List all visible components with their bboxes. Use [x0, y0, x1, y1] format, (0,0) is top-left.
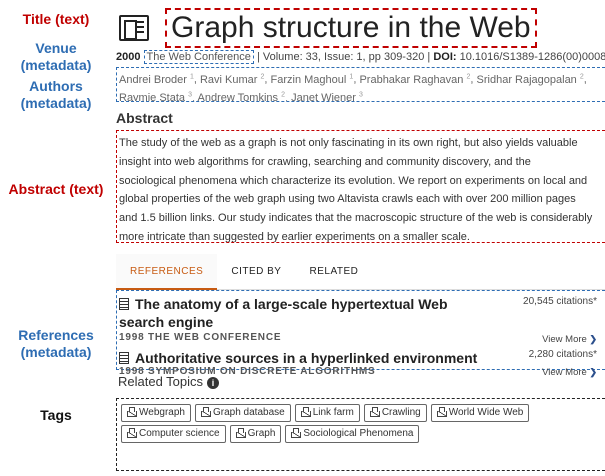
doi-link[interactable]: 10.1016/S1389-1286(00)00083-9 — [460, 51, 605, 63]
related-topics-heading: Related Topics i — [118, 374, 220, 389]
annotation-venue-line1: Venue — [35, 40, 77, 56]
reference-title[interactable]: The anatomy of a large-scale hypertextua… — [119, 295, 448, 313]
reference-title-continued[interactable]: search engine — [119, 313, 213, 331]
related-topics-tags: Webgraph Graph database Link farm Crawli… — [116, 398, 605, 471]
tag-row: Computer science Graph Sociological Phen… — [121, 425, 601, 443]
author-link[interactable]: Farzin Maghoul 1 — [271, 73, 354, 86]
document-icon — [119, 352, 129, 364]
title-row: Graph structure in the Web — [116, 6, 537, 50]
chevron-down-icon: ❯ — [589, 334, 597, 344]
author-link[interactable]: Ravi Kumar 2 — [200, 73, 264, 86]
author-link[interactable]: Andrei Broder 1 — [119, 73, 194, 86]
paper-icon — [119, 15, 149, 41]
annotation-references-line1: References — [18, 327, 94, 343]
topic-tag[interactable]: Graph database — [194, 404, 291, 422]
annotation-venue-label: Venue (metadata) — [0, 40, 112, 74]
paper-title: Graph structure in the Web — [165, 8, 537, 48]
topic-tag[interactable]: Computer science — [121, 425, 226, 443]
topic-tag[interactable]: Link farm — [294, 404, 360, 422]
author-link[interactable]: Raymie Stata 3 — [119, 92, 192, 101]
abstract-text: The study of the web as a graph is not o… — [116, 130, 605, 243]
topic-tag[interactable]: Crawling — [363, 404, 427, 422]
info-icon[interactable]: i — [207, 377, 220, 389]
view-more-button[interactable]: View More ❯ — [542, 367, 597, 378]
tag-icon — [300, 407, 311, 417]
references-list: The anatomy of a large-scale hypertextua… — [116, 290, 605, 378]
annotation-references-label: References (metadata) — [0, 327, 112, 361]
tag-icon — [291, 428, 302, 438]
author-link[interactable]: Prabhakar Raghavan 2 — [359, 73, 470, 86]
annotation-authors-line2: (metadata) — [20, 95, 92, 111]
topic-tag[interactable]: World Wide Web — [430, 404, 530, 422]
abstract-line: more intricate than suggested by earlier… — [119, 230, 470, 243]
abstract-heading: Abstract — [116, 110, 173, 126]
annotation-venue-line2: (metadata) — [20, 57, 92, 73]
tag-icon — [127, 407, 137, 417]
tag-icon — [200, 407, 211, 417]
citation-count: 20,545 citations* — [523, 296, 597, 307]
tab-cited-by[interactable]: CITED BY — [217, 254, 295, 290]
abstract-line: global properties of the web graph using… — [119, 193, 576, 206]
annotation-abstract-label: Abstract (text) — [8, 181, 104, 197]
tag-icon — [436, 407, 447, 417]
annotation-title-label: Title (text) — [22, 11, 90, 27]
author-link[interactable]: Andrew Tomkins 2 — [198, 92, 285, 101]
tag-icon — [369, 407, 380, 417]
doi-label: DOI: — [433, 51, 457, 63]
tab-related[interactable]: RELATED — [295, 254, 372, 290]
venue-line: 2000 The Web Conference | Volume: 33, Is… — [116, 50, 605, 64]
tag-icon — [127, 428, 137, 438]
view-more-button[interactable]: View More ❯ — [542, 334, 597, 345]
volume-info: | Volume: 33, Issue: 1, pp 309-320 | — [256, 51, 431, 63]
topic-tag[interactable]: Graph — [229, 425, 282, 443]
annotation-tags-label: Tags — [40, 407, 72, 423]
reference-title[interactable]: Authoritative sources in a hyperlinked e… — [119, 349, 477, 367]
tag-icon — [235, 428, 246, 438]
author-link[interactable]: Sridhar Rajagopalan 2 — [477, 73, 584, 86]
abstract-line: The study of the web as a graph is not o… — [119, 137, 578, 149]
publication-year: 2000 — [116, 51, 141, 63]
annotation-authors-line1: Authors — [29, 78, 83, 94]
topic-tag[interactable]: Webgraph — [121, 404, 191, 422]
document-icon — [119, 298, 129, 310]
citation-count: 2,280 citations* — [528, 349, 597, 360]
abstract-line: and 1.5 billion links. Our study indicat… — [119, 212, 593, 225]
tag-row: Webgraph Graph database Link farm Crawli… — [121, 404, 601, 422]
author-link[interactable]: Janet Wiener 3 — [291, 92, 363, 101]
tab-references[interactable]: REFERENCES — [116, 254, 218, 290]
paper-panel: Graph structure in the Web 2000 The Web … — [116, 0, 605, 476]
abstract-line: sociological phenomena which characteriz… — [119, 174, 588, 187]
annotation-references-line2: (metadata) — [20, 344, 92, 360]
tab-bar: REFERENCES CITED BY RELATED — [116, 254, 605, 290]
chevron-down-icon: ❯ — [589, 367, 597, 377]
venue-link[interactable]: The Web Conference — [143, 50, 254, 64]
annotation-authors-label: Authors (metadata) — [0, 78, 112, 112]
reference-venue: 1998 THE WEB CONFERENCE — [119, 332, 282, 343]
abstract-line: insight into web algorithms for crawling… — [119, 155, 531, 168]
topic-tag[interactable]: Sociological Phenomena — [285, 425, 420, 443]
authors-list: Andrei Broder 1, Ravi Kumar 2, Farzin Ma… — [116, 67, 605, 102]
